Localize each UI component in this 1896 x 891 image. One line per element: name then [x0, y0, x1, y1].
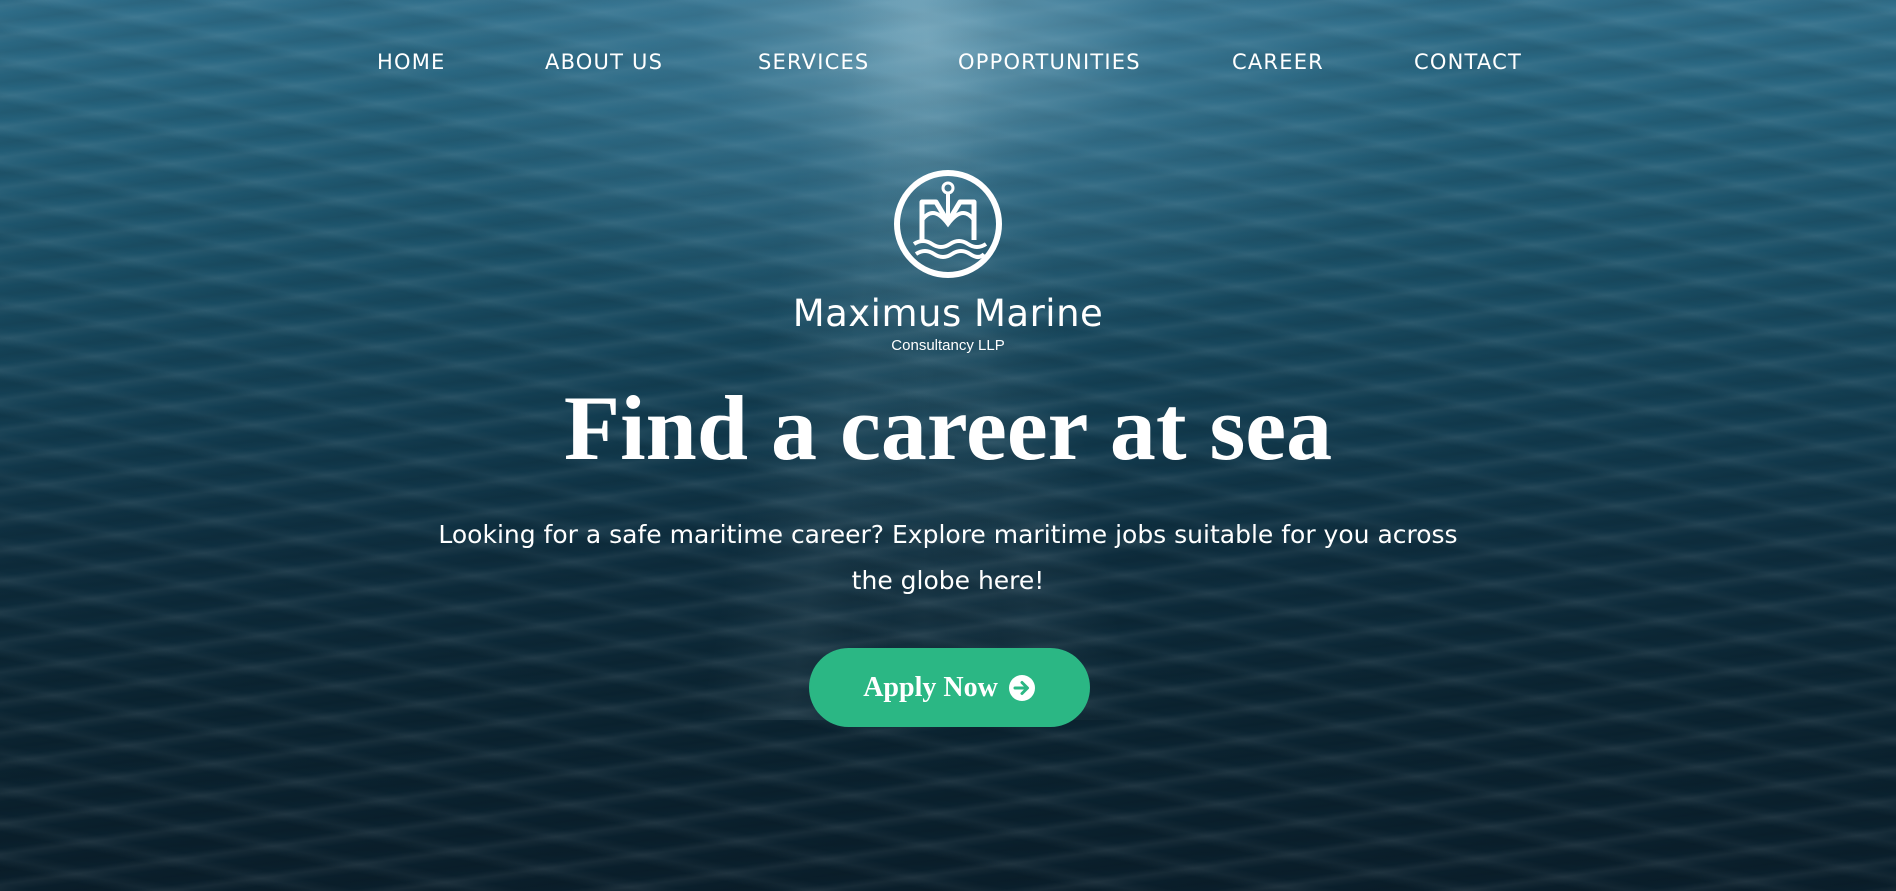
nav-item-career[interactable]: CAREER — [1232, 44, 1324, 80]
hero-lead-text: Looking for a safe maritime career? Expl… — [438, 520, 1458, 595]
light-rays-decoration — [560, 0, 1320, 720]
nav-item-contact[interactable]: CONTACT — [1414, 44, 1522, 80]
hero-section: HOME ABOUT US SERVICES OPPORTUNITIES CAR… — [0, 0, 1896, 891]
brand-name: Maximus Marine — [792, 292, 1104, 335]
hero-headline: Find a career at sea — [563, 377, 1333, 479]
nav-item-opportunities[interactable]: OPPORTUNITIES — [958, 44, 1141, 80]
nav-item-services[interactable]: SERVICES — [758, 44, 869, 80]
main-navigation: HOME ABOUT US SERVICES OPPORTUNITIES CAR… — [0, 44, 1896, 80]
arrow-circle-right-icon — [1008, 674, 1035, 701]
anchor-m-waves-logo-icon — [894, 170, 1002, 278]
brand-subtitle: Consultancy LLP — [891, 337, 1005, 354]
nav-item-home[interactable]: HOME — [377, 44, 446, 80]
apply-now-button[interactable]: Apply Now — [809, 648, 1090, 727]
apply-now-label: Apply Now — [863, 671, 998, 703]
brand-logo[interactable]: Maximus Marine Consultancy LLP — [0, 168, 1896, 355]
nav-item-about-us[interactable]: ABOUT US — [545, 44, 663, 80]
